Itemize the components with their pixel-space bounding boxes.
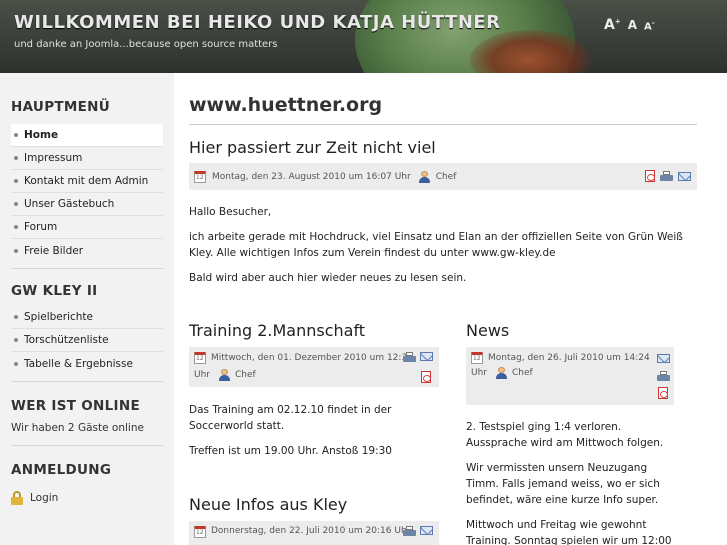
menu-item-impressum[interactable]: Impressum <box>11 147 163 170</box>
menu-item-tabelle[interactable]: Tabelle & Ergebnisse <box>11 352 163 375</box>
gw-kley-menu: Spielberichte Torschützenliste Tabelle &… <box>11 306 163 375</box>
lead-article-body: Hallo Besucher, ich arbeite gerade mit H… <box>189 204 697 286</box>
article-paragraph: 2. Testspiel ging 1:4 verloren. Aussprac… <box>466 421 664 449</box>
login-title: ANMELDUNG <box>11 462 112 478</box>
gw-kley-title: GW KLEY II <box>11 283 98 299</box>
article-paragraph: Mittwoch und Freitag wie gewohnt Trainin… <box>466 519 672 545</box>
training-article-body: Das Training am 02.12.10 findet in der S… <box>189 402 439 459</box>
email-icon[interactable] <box>420 526 433 535</box>
left-sidebar: HAUPTMENÜ Home Impressum Kontakt mit dem… <box>0 73 174 545</box>
font-smaller-button[interactable]: A- <box>644 19 655 32</box>
bullet-icon <box>14 133 18 137</box>
article-paragraph: Bald wird aber auch hier wieder neues zu… <box>189 272 467 284</box>
bullet-icon <box>14 179 18 183</box>
article-date: Donnerstag, den 22. Juli 2010 um 20:16 U… <box>211 526 411 536</box>
email-icon[interactable] <box>420 352 433 361</box>
font-bigger-button[interactable]: A+ <box>604 17 621 33</box>
lead-article: Hier passiert zur Zeit nicht viel Montag… <box>189 138 727 286</box>
who-online-text: Wir haben 2 Gäste online <box>11 422 144 434</box>
email-icon[interactable] <box>678 171 691 181</box>
calendar-icon <box>194 170 206 183</box>
article-author: Chef <box>235 369 256 380</box>
who-online-title: WER IST ONLINE <box>11 398 140 414</box>
bullet-icon <box>14 248 18 253</box>
print-icon[interactable] <box>660 170 673 182</box>
menu-item-gaestebuch[interactable]: Unser Gästebuch <box>11 193 163 216</box>
login-module: ANMELDUNG Login <box>0 446 174 505</box>
training-article-meta: Mittwoch, den 01. Dezember 2010 um 12:35… <box>189 347 439 387</box>
print-icon[interactable] <box>403 352 416 363</box>
article-date: Mittwoch, den 01. Dezember 2010 um 12:35 <box>211 353 413 363</box>
bullet-icon <box>14 315 18 319</box>
font-size-controls: A+ A A- <box>604 17 655 33</box>
bullet-icon <box>14 338 18 342</box>
who-online-module: WER IST ONLINE Wir haben 2 Gäste online <box>0 382 174 434</box>
article-paragraph: ich arbeite gerade mit Hochdruck, viel E… <box>189 231 683 259</box>
site-slogan: und danke an Joomla...because open sourc… <box>14 39 278 50</box>
main-menu-title: HAUPTMENÜ <box>11 99 111 115</box>
site-title[interactable]: WILLKOMMEN BEI HEIKO UND KATJA HÜTTNER <box>14 12 501 33</box>
article-paragraph: Wir vermissten unsern Neuzugang Timm. Fa… <box>466 462 660 506</box>
email-icon[interactable] <box>657 354 670 363</box>
lock-icon <box>11 491 23 505</box>
title-divider <box>189 124 697 125</box>
article-date-cont: Uhr <box>471 368 487 378</box>
calendar-icon <box>194 352 206 364</box>
kley-article-meta: Donnerstag, den 22. Juli 2010 um 20:16 U… <box>189 521 439 545</box>
calendar-icon <box>471 352 483 364</box>
bullet-icon <box>14 225 18 229</box>
article-date: Montag, den 26. Juli 2010 um 14:24 <box>488 353 650 363</box>
training-article: Training 2.Mannschaft Mittwoch, den 01. … <box>189 321 439 468</box>
article-date: Montag, den 23. August 2010 um 16:07 Uhr <box>212 171 411 182</box>
font-reset-button[interactable]: A <box>628 18 637 32</box>
lead-article-title[interactable]: Hier passiert zur Zeit nicht viel <box>189 138 727 157</box>
pdf-icon[interactable] <box>645 170 655 182</box>
calendar-icon <box>194 526 206 538</box>
menu-item-freie-bilder[interactable]: Freie Bilder <box>11 239 163 262</box>
news-article: News Montag, den 26. Juli 2010 um 14:24 … <box>466 321 676 545</box>
bullet-icon <box>14 202 18 206</box>
user-icon <box>218 368 231 381</box>
kley-article-title[interactable]: Neue Infos aus Kley <box>189 495 439 514</box>
gw-kley-module: GW KLEY II Spielberichte Torschützenlist… <box>0 269 174 375</box>
menu-item-home[interactable]: Home <box>11 124 163 147</box>
main-menu-module: HAUPTMENÜ Home Impressum Kontakt mit dem… <box>0 73 174 262</box>
page-title: www.huettner.org <box>189 94 383 116</box>
article-date-cont: Uhr <box>194 369 210 380</box>
news-article-meta: Montag, den 26. Juli 2010 um 14:24 Uhr C… <box>466 347 674 405</box>
login-link[interactable]: Login <box>11 491 163 505</box>
user-icon <box>495 367 508 379</box>
article-author: Chef <box>512 368 533 378</box>
menu-item-spielberichte[interactable]: Spielberichte <box>11 306 163 329</box>
article-paragraph: Das Training am 02.12.10 findet in der S… <box>189 404 392 432</box>
lead-article-meta: Montag, den 23. August 2010 um 16:07 Uhr… <box>189 163 697 190</box>
main-menu: Home Impressum Kontakt mit dem Admin Uns… <box>11 124 163 262</box>
print-icon[interactable] <box>403 526 416 537</box>
kley-article: Neue Infos aus Kley Donnerstag, den 22. … <box>189 495 439 545</box>
article-paragraph: Hallo Besucher, <box>189 206 272 218</box>
print-icon[interactable] <box>657 371 670 382</box>
bullet-icon <box>14 361 18 366</box>
menu-item-torschuetzenliste[interactable]: Torschützenliste <box>11 329 163 352</box>
news-article-body: 2. Testspiel ging 1:4 verloren. Aussprac… <box>466 419 676 545</box>
pdf-icon[interactable] <box>421 371 431 383</box>
bullet-icon <box>14 156 18 160</box>
menu-item-kontakt[interactable]: Kontakt mit dem Admin <box>11 170 163 193</box>
article-paragraph: Treffen ist um 19.00 Uhr. Anstoß 19:30 <box>189 445 392 457</box>
training-article-title[interactable]: Training 2.Mannschaft <box>189 321 439 340</box>
main-content: www.huettner.org Hier passiert zur Zeit … <box>174 73 727 545</box>
news-article-title[interactable]: News <box>466 321 676 340</box>
article-author: Chef <box>435 171 457 182</box>
pdf-icon[interactable] <box>658 387 668 399</box>
user-icon <box>418 170 431 183</box>
site-header: WILLKOMMEN BEI HEIKO UND KATJA HÜTTNER u… <box>0 0 727 73</box>
menu-item-forum[interactable]: Forum <box>11 216 163 239</box>
